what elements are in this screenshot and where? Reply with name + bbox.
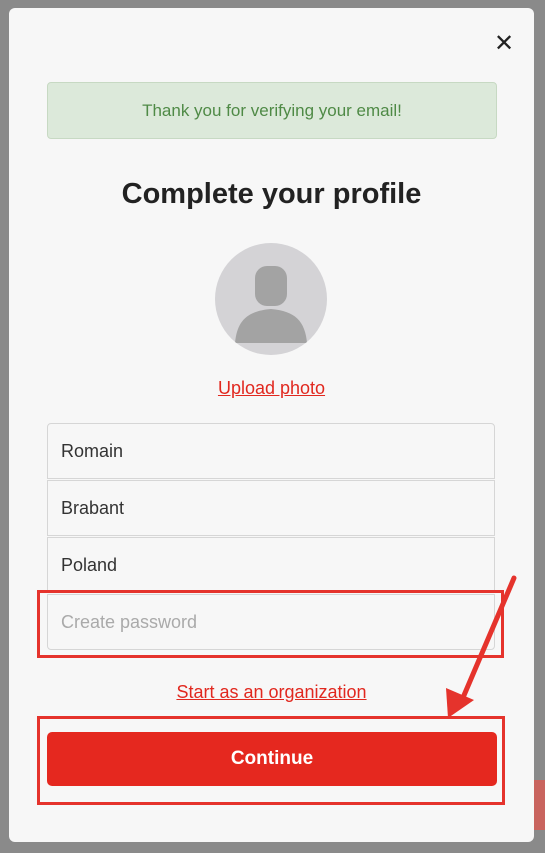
upload-photo-link[interactable]: Upload photo <box>9 378 534 399</box>
avatar-placeholder-icon[interactable] <box>215 243 327 355</box>
first-name-input[interactable] <box>61 440 494 462</box>
last-name-input[interactable] <box>61 497 494 519</box>
country-input[interactable] <box>61 554 494 576</box>
success-alert: Thank you for verifying your email! <box>47 82 497 139</box>
user-silhouette-icon <box>235 266 307 343</box>
alert-text: Thank you for verifying your email! <box>142 100 402 120</box>
background-tab <box>533 780 545 830</box>
country-field[interactable] <box>47 537 495 593</box>
close-icon[interactable]: ✕ <box>492 32 516 56</box>
page-title: Complete your profile <box>121 178 422 210</box>
password-annotation-box <box>37 590 504 658</box>
continue-annotation-box <box>37 716 505 805</box>
first-name-field[interactable] <box>47 423 495 479</box>
start-as-organization-link[interactable]: Start as an organization <box>9 682 534 703</box>
last-name-field[interactable] <box>47 480 495 536</box>
